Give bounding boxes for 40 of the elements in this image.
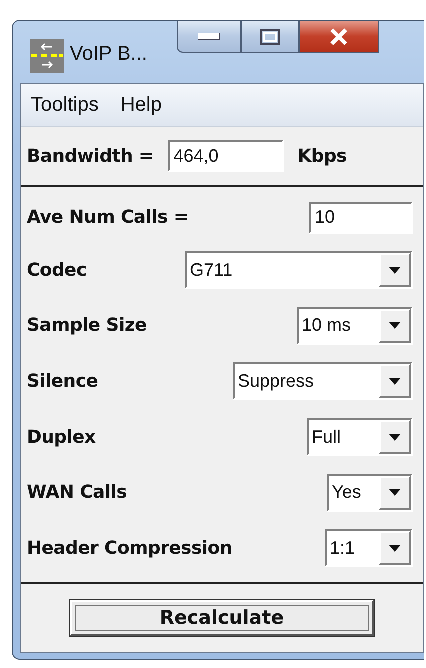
caret-icon — [389, 489, 401, 496]
caret-icon — [389, 322, 401, 330]
dropdown-button[interactable] — [379, 364, 411, 398]
menu-item[interactable]: Tooltips — [31, 94, 99, 116]
close-icon — [329, 28, 350, 46]
caret-icon — [389, 378, 401, 385]
field-label: Duplex — [27, 426, 96, 448]
field-label: Ave Num Calls = — [27, 207, 189, 228]
arrows-icon — [30, 39, 64, 73]
field-label: WAN Calls — [27, 482, 128, 504]
caret-icon — [389, 266, 401, 274]
dropdown[interactable]: Suppress — [233, 362, 413, 400]
unit-label: Kbps — [298, 146, 347, 166]
minimize-button[interactable] — [177, 21, 242, 53]
dropdown[interactable]: Yes — [327, 474, 413, 512]
bandwidth-label: Bandwidth = — [27, 146, 154, 166]
dropdown-button[interactable] — [379, 531, 411, 566]
dropdown[interactable]: G711 — [185, 251, 413, 290]
dropdown-button[interactable] — [379, 420, 411, 454]
maximize-icon — [260, 28, 280, 44]
dropdown-button[interactable] — [379, 308, 411, 343]
field-label: Sample Size — [27, 315, 147, 336]
minimize-icon — [198, 32, 220, 40]
window-title: VoIP B... — [70, 43, 148, 66]
dropdown[interactable]: Full — [307, 418, 413, 456]
close-button[interactable] — [299, 21, 380, 53]
menu-item[interactable]: Help — [120, 94, 162, 116]
dropdown-button[interactable] — [379, 476, 411, 510]
dropdown[interactable]: 10 ms — [297, 306, 413, 345]
field-label: Silence — [27, 370, 98, 392]
bandwidth-field[interactable]: 464,0 — [168, 140, 284, 172]
dropdown-button[interactable] — [379, 253, 411, 288]
caret-icon — [389, 434, 401, 441]
dropdown[interactable]: 1:1 — [325, 529, 413, 568]
text-field[interactable]: 10 — [309, 202, 413, 234]
recalculate-button[interactable]: Recalculate — [70, 600, 374, 636]
field-label: Codec — [27, 260, 87, 281]
caret-icon — [389, 544, 401, 552]
field-label: Header Compression — [27, 538, 232, 559]
maximize-button[interactable] — [241, 21, 300, 53]
